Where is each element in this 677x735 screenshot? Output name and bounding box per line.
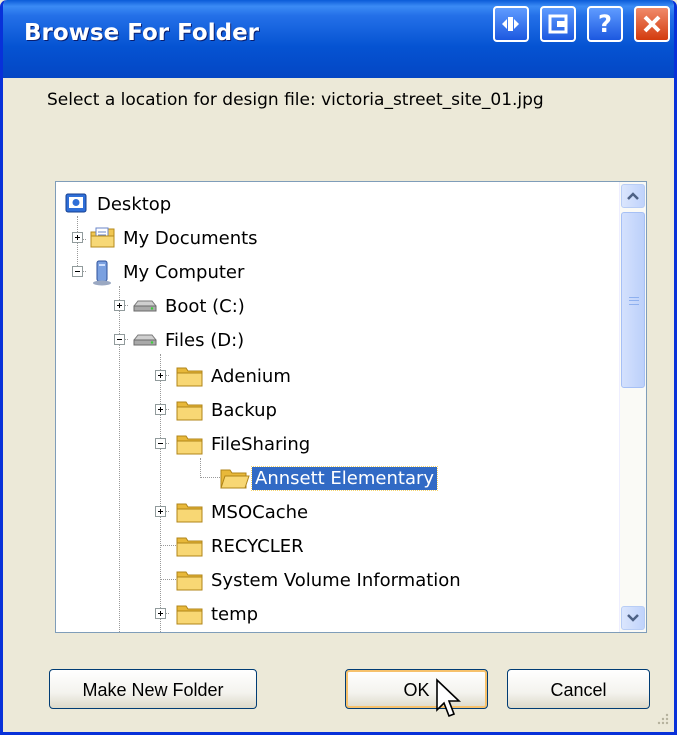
drive-icon	[133, 334, 157, 346]
tree-item-system-volume-information[interactable]: System Volume Information	[56, 566, 616, 596]
scroll-thumb[interactable]	[621, 212, 645, 388]
folder-documents-icon	[90, 227, 115, 248]
tree-item-backup[interactable]: Backup	[56, 396, 616, 426]
tree-item-msocache[interactable]: MSOCache	[56, 498, 616, 528]
tree-item-label: MSOCache	[211, 502, 309, 523]
tree-item-temp[interactable]: temp	[56, 600, 616, 630]
folder-icon	[176, 401, 203, 421]
folder-tree[interactable]: Desktop My Documents My Computer Boot (C…	[55, 181, 647, 633]
folder-icon	[176, 571, 203, 591]
cancel-button[interactable]: Cancel	[507, 669, 650, 709]
tree-item-label: Backup	[211, 400, 277, 421]
vertical-scrollbar[interactable]	[619, 182, 646, 632]
tree-item-label-selected: Annsett Elementary	[250, 466, 439, 491]
collapse-icon[interactable]	[155, 438, 166, 449]
folder-icon	[176, 605, 203, 625]
scroll-up-button[interactable]	[621, 184, 645, 208]
tree-item-recycler[interactable]: RECYCLER	[56, 532, 616, 562]
folder-icon	[176, 537, 203, 557]
tree-item-label: FileSharing	[211, 434, 311, 455]
tree-item-my-computer[interactable]: My Computer	[56, 258, 616, 288]
tree-item-filesharing[interactable]: FileSharing	[56, 430, 616, 460]
tree-item-label: RECYCLER	[211, 536, 304, 557]
folder-icon	[176, 503, 203, 523]
browse-for-folder-dialog: Browse For Folder ? Select a location fo…	[0, 0, 677, 735]
tree-item-label: My Computer	[123, 262, 245, 283]
title-bar[interactable]: Browse For Folder ?	[3, 0, 674, 78]
drive-icon	[133, 300, 157, 312]
chevron-up-icon	[627, 192, 639, 200]
expand-icon[interactable]	[155, 506, 166, 517]
restore-icon[interactable]	[540, 6, 576, 42]
resize-grip-icon[interactable]	[652, 710, 670, 728]
window-title: Browse For Folder	[24, 20, 260, 46]
tree-item-label: temp	[211, 604, 259, 625]
tree-item-annsett-elementary[interactable]: Annsett Elementary	[56, 464, 616, 494]
tree-item-my-documents[interactable]: My Documents	[56, 224, 616, 254]
tree-item-label: Boot (C:)	[165, 296, 245, 317]
chevron-down-icon	[627, 614, 639, 622]
tree-item-boot-c[interactable]: Boot (C:)	[56, 292, 616, 322]
open-folder-icon	[220, 469, 250, 489]
tree-item-adenium[interactable]: Adenium	[56, 362, 616, 392]
help-icon[interactable]: ?	[587, 6, 623, 42]
tree-item-label: Adenium	[211, 366, 291, 387]
my-computer-icon	[93, 260, 111, 286]
collapse-icon[interactable]	[72, 266, 83, 277]
tree-item-files-d[interactable]: Files (D:)	[56, 326, 616, 356]
tree-item-label: Desktop	[97, 194, 172, 215]
ok-button[interactable]: OK	[345, 669, 488, 709]
make-new-folder-button[interactable]: Make New Folder	[49, 669, 257, 709]
expand-icon[interactable]	[155, 608, 166, 619]
collapse-icon[interactable]	[114, 334, 125, 345]
folder-icon	[176, 435, 203, 455]
mouse-cursor-icon	[436, 678, 461, 718]
tree-item-desktop[interactable]: Desktop	[56, 190, 616, 220]
desktop-icon	[65, 193, 87, 213]
expand-icon[interactable]	[114, 300, 125, 311]
expand-icon[interactable]	[155, 370, 166, 381]
tree-item-label: System Volume Information	[211, 570, 461, 591]
close-icon[interactable]	[634, 6, 670, 42]
tile-icon[interactable]	[493, 6, 529, 42]
scroll-down-button[interactable]	[621, 606, 645, 630]
tree-item-label: My Documents	[123, 228, 258, 249]
instruction-text: Select a location for design file: victo…	[47, 90, 544, 110]
expand-icon[interactable]	[72, 232, 83, 243]
tree-item-label: Files (D:)	[165, 330, 245, 351]
expand-icon[interactable]	[155, 404, 166, 415]
grip-icon	[629, 297, 639, 305]
folder-icon	[176, 367, 203, 387]
